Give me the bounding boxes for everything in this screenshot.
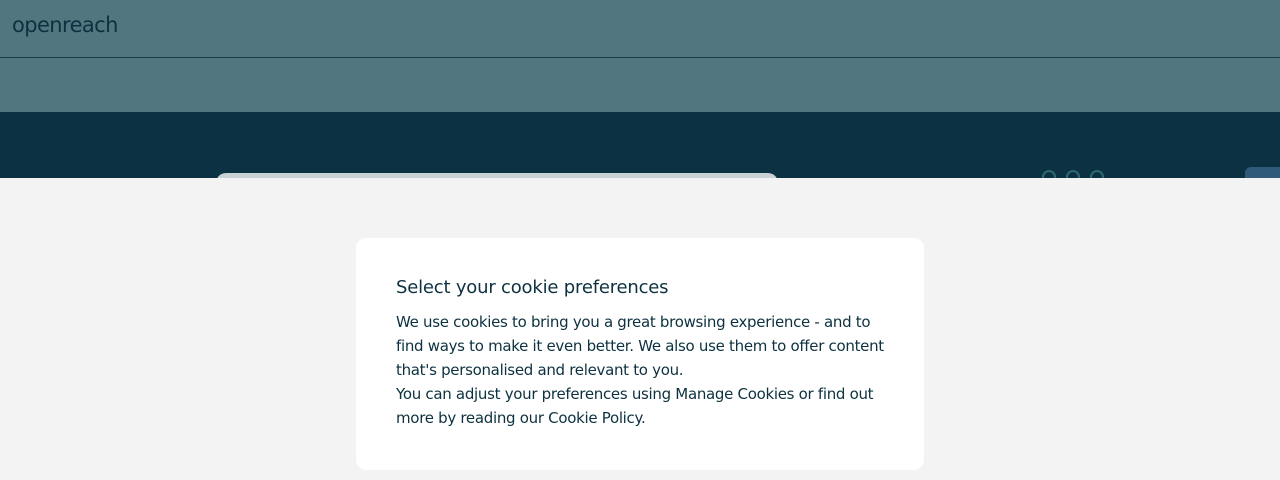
site-header: openreach [0,0,1280,58]
cookie-dialog-body: We use cookies to bring you a great brow… [396,310,884,430]
cookie-overlay: Select your cookie preferences We use co… [0,178,1280,480]
openreach-logo[interactable]: openreach [12,13,118,37]
hero-side-tab [1245,167,1280,178]
decorative-circle-icon [1066,170,1080,178]
hero-banner [0,112,1280,178]
cookie-adjust-text: You can adjust your preferences using Ma… [396,385,874,427]
cookie-dialog-title: Select your cookie preferences [396,277,669,298]
cookie-preferences-dialog: Select your cookie preferences We use co… [356,238,924,470]
decorative-circle-icon [1042,170,1056,178]
decorative-circle-icon [1090,170,1104,178]
cookie-description-text: We use cookies to bring you a great brow… [396,313,884,379]
main-navigation-bar [0,58,1280,112]
